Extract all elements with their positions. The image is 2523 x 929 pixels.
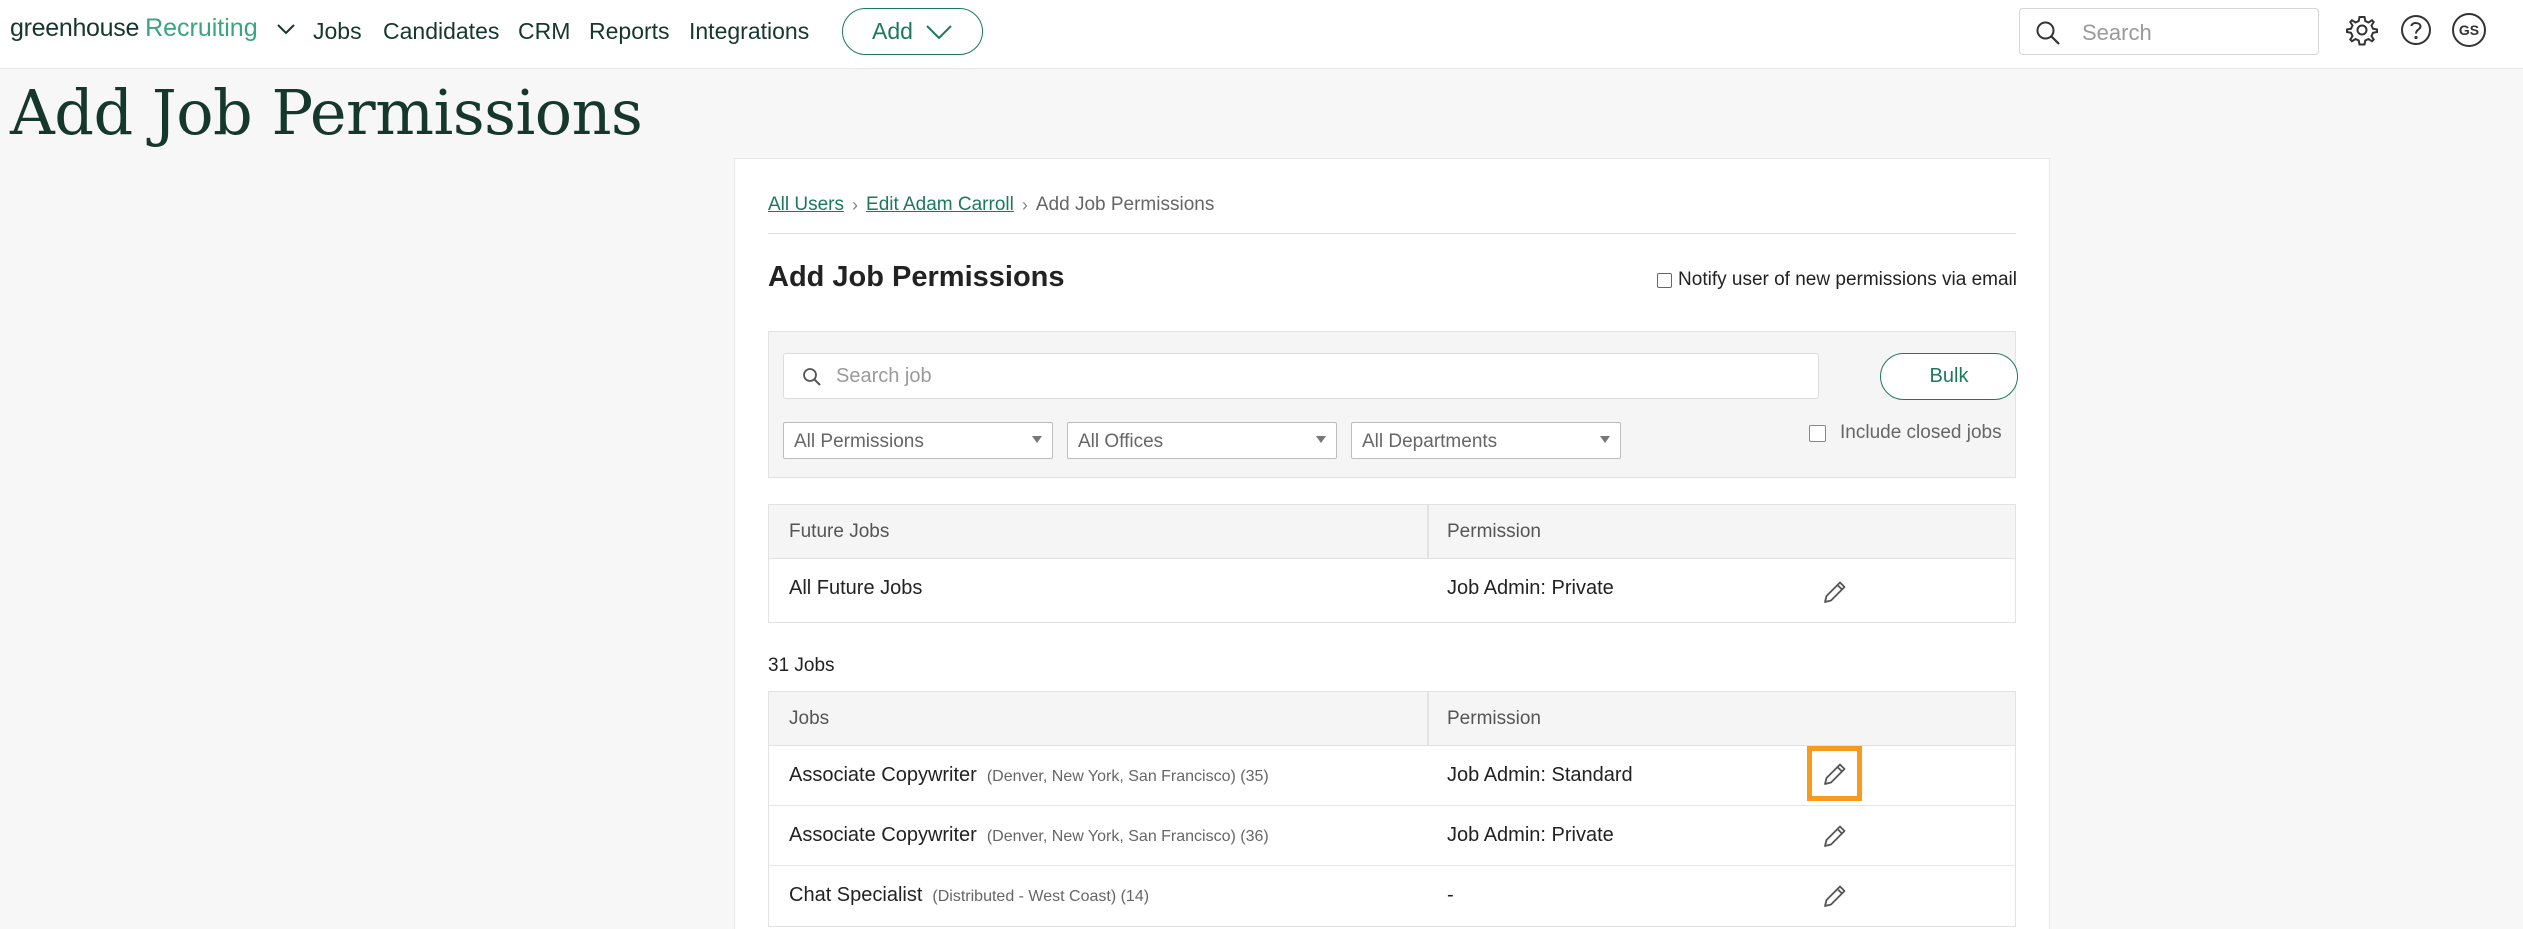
gear-icon[interactable]: [2345, 13, 2379, 47]
dropdown-arrow-icon: [1600, 436, 1610, 443]
job-search-input[interactable]: Search job: [783, 353, 1819, 399]
chevron-down-icon[interactable]: [274, 17, 298, 41]
offices-select-value: All Offices: [1078, 431, 1164, 452]
dropdown-arrow-icon: [1316, 436, 1326, 443]
bulk-button[interactable]: Bulk: [1880, 353, 2018, 400]
include-closed-checkbox[interactable]: [1809, 424, 1826, 442]
job-meta: (Distributed - West Coast) (14): [932, 888, 1150, 905]
future-jobs-table: Future Jobs Permission All Future Jobs J…: [768, 504, 2016, 623]
pencil-icon: [1823, 581, 1845, 603]
breadcrumb-separator-icon: ›: [852, 194, 859, 215]
jobs-count: 31 Jobs: [768, 655, 835, 676]
global-search-input[interactable]: Search: [2019, 8, 2319, 55]
logo-product: Recruiting: [145, 14, 258, 42]
include-closed-label: Include closed jobs: [1840, 422, 2002, 443]
breadcrumb-all-users-link[interactable]: All Users: [768, 194, 844, 216]
permissions-select-value: All Permissions: [794, 431, 924, 452]
departments-select-value: All Departments: [1362, 431, 1498, 452]
pencil-icon: [1823, 885, 1845, 907]
dropdown-arrow-icon: [1032, 436, 1042, 443]
nav-link-integrations[interactable]: Integrations: [689, 18, 809, 45]
divider: [768, 233, 2016, 234]
filter-panel: Search job Bulk All Permissions All Offi…: [768, 331, 2018, 478]
job-title: Chat Specialist: [789, 884, 923, 906]
page-title: Add Job Permissions: [10, 76, 643, 149]
edit-permission-button[interactable]: [1807, 564, 1862, 619]
edit-permission-button[interactable]: [1807, 808, 1862, 863]
job-permission: Job Admin: Standard: [1447, 764, 1633, 786]
table-header: Future Jobs Permission: [769, 505, 2015, 559]
permissions-card: All Users › Edit Adam Carroll › Add Job …: [734, 158, 2050, 929]
nav-link-candidates[interactable]: Candidates: [383, 18, 499, 45]
search-icon: [2036, 21, 2060, 45]
job-meta: (Denver, New York, San Francisco) (35): [986, 768, 1269, 785]
offices-select[interactable]: All Offices: [1067, 422, 1337, 459]
notify-user-checkbox[interactable]: [1657, 272, 1673, 288]
column-header-permission: Permission: [1447, 708, 1541, 729]
chevron-down-icon: [926, 24, 952, 39]
column-divider: [1427, 692, 1429, 746]
pencil-icon: [1823, 825, 1845, 847]
breadcrumb-current: Add Job Permissions: [1035, 194, 1215, 215]
nav-link-jobs[interactable]: Jobs: [313, 18, 362, 45]
table-row: Associate Copywriter (Denver, New York, S…: [769, 806, 2015, 866]
column-header-permission: Permission: [1447, 521, 1541, 542]
add-button[interactable]: Add: [842, 8, 983, 55]
avatar[interactable]: GS: [2452, 13, 2486, 47]
section-title: Add Job Permissions: [768, 261, 1065, 293]
table-row: Associate Copywriter (Denver, New York, S…: [769, 746, 2015, 806]
job-permission: -: [1447, 884, 1454, 906]
departments-select[interactable]: All Departments: [1351, 422, 1621, 459]
table-header: Jobs Permission: [769, 692, 2015, 746]
column-header-jobs: Jobs: [789, 708, 830, 729]
permissions-select[interactable]: All Permissions: [783, 422, 1053, 459]
logo[interactable]: greenhouse Recruiting: [10, 14, 298, 43]
add-button-label: Add: [872, 18, 913, 44]
breadcrumb-separator-icon: ›: [1021, 194, 1028, 215]
job-name: All Future Jobs: [789, 577, 923, 599]
job-permission: Job Admin: Private: [1447, 824, 1614, 846]
nav-link-reports[interactable]: Reports: [589, 18, 670, 45]
table-row: Chat Specialist (Distributed - West Coast…: [769, 866, 2015, 926]
top-navigation: greenhouse Recruiting Jobs Candidates CR…: [0, 0, 2523, 69]
job-permission: Job Admin: Private: [1447, 577, 1614, 599]
global-search-placeholder: Search: [2082, 20, 2152, 45]
include-closed-option[interactable]: Include closed jobs: [1809, 422, 2002, 444]
jobs-table: Jobs Permission Associate Copywriter (Den…: [768, 691, 2016, 927]
logo-main: greenhouse: [10, 14, 140, 42]
breadcrumb-edit-user-link[interactable]: Edit Adam Carroll: [866, 194, 1014, 216]
notify-user-label: Notify user of new permissions via email: [1678, 269, 2017, 290]
job-meta: (Denver, New York, San Francisco) (36): [986, 828, 1269, 845]
breadcrumb: All Users › Edit Adam Carroll › Add Job …: [768, 194, 1214, 216]
pencil-icon: [1823, 763, 1845, 785]
column-divider: [1427, 505, 1429, 559]
edit-permission-button[interactable]: [1807, 868, 1862, 923]
job-name: Associate Copywriter (Denver, New York, S…: [789, 764, 1269, 787]
job-name: Associate Copywriter (Denver, New York, S…: [789, 824, 1269, 847]
search-icon: [803, 368, 821, 386]
job-title: Associate Copywriter: [789, 764, 977, 786]
job-name: Chat Specialist (Distributed - West Coast…: [789, 884, 1149, 907]
job-title: Associate Copywriter: [789, 824, 977, 846]
nav-link-crm[interactable]: CRM: [518, 18, 570, 45]
table-row: All Future Jobs Job Admin: Private: [769, 559, 2015, 622]
job-search-placeholder: Search job: [836, 365, 932, 387]
notify-user-option[interactable]: Notify user of new permissions via email: [1657, 269, 2017, 291]
column-header-future-jobs: Future Jobs: [789, 521, 890, 542]
help-icon[interactable]: [2399, 13, 2433, 47]
edit-permission-button[interactable]: [1807, 746, 1862, 801]
